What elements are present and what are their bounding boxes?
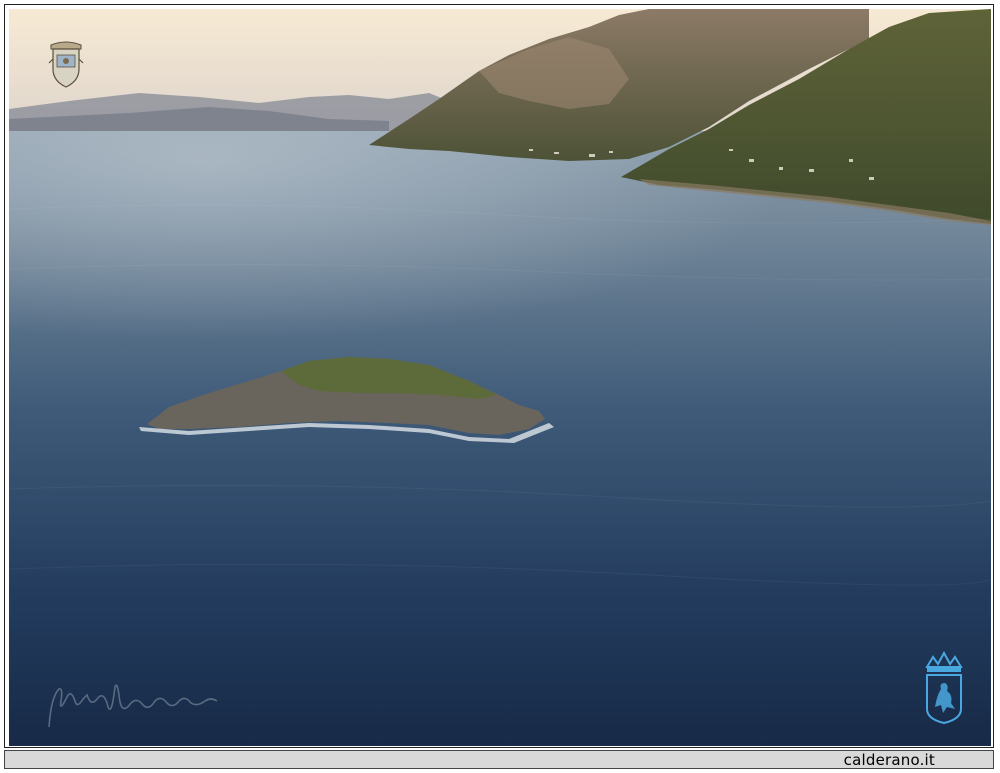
site-label: calderano.it xyxy=(843,751,935,769)
aerial-seascape xyxy=(9,9,991,746)
coat-of-arms-icon xyxy=(48,41,84,88)
crowned-lion-crest-icon xyxy=(925,651,963,725)
footer-bar: calderano.it xyxy=(4,750,994,769)
photographer-signature xyxy=(48,684,218,728)
aerial-photo xyxy=(9,9,991,746)
